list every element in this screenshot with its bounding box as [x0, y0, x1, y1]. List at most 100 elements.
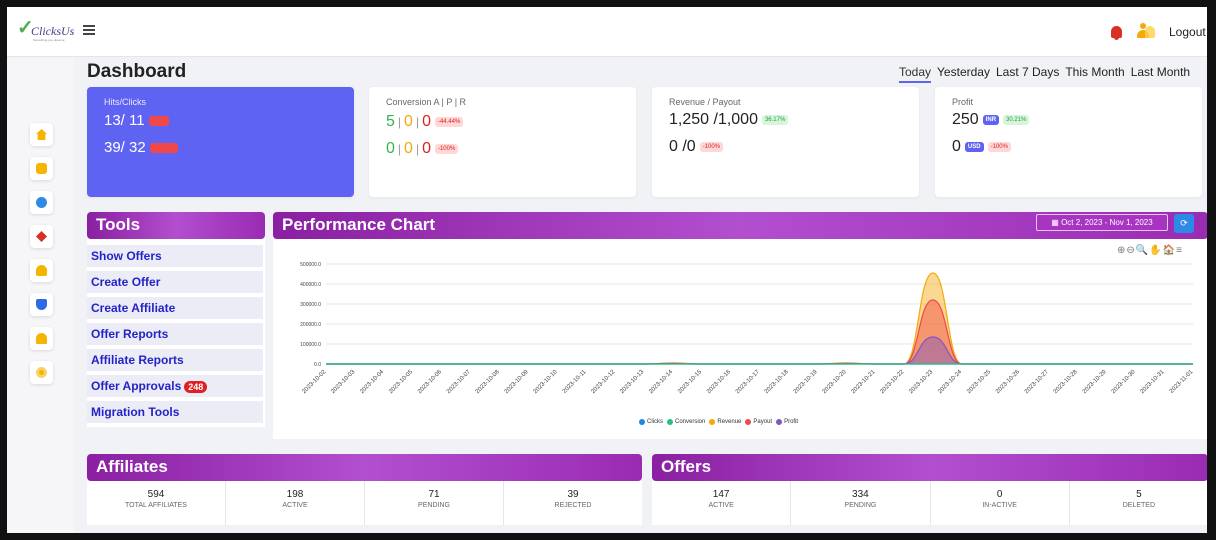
stat-value: 5	[1136, 489, 1142, 500]
series-area-revenue	[326, 273, 1193, 364]
tab-last-7-days[interactable]: Last 7 Days	[996, 65, 1059, 83]
hamburger-menu-icon[interactable]	[83, 25, 95, 35]
x-tick-label: 2023-10-25	[966, 369, 992, 395]
stat-label: PENDING	[418, 502, 450, 509]
legend-item-revenue[interactable]: Revenue	[709, 419, 741, 425]
legend-label: Conversion	[675, 419, 706, 425]
stat-pending-offers[interactable]: 334 PENDING	[791, 481, 931, 525]
profit-change-1: 30.21%	[1003, 115, 1030, 125]
logo-tagline: Something you deserve	[33, 38, 65, 42]
user-icon[interactable]	[30, 259, 53, 282]
logo[interactable]: ✓ ClicksUs Something you deserve	[17, 18, 75, 48]
home-icon[interactable]	[30, 123, 53, 146]
stat-active-affiliates[interactable]: 198 ACTIVE	[226, 481, 365, 525]
revenue-row-2: 0 /0 -100%	[669, 138, 724, 156]
series-line-profit	[325, 336, 1193, 365]
stat-pending-affiliates[interactable]: 71 PENDING	[365, 481, 504, 525]
series-area-profit	[326, 337, 1193, 364]
conversion-row-1: 5 | 0 | 0 -44.44%	[386, 113, 464, 131]
stat-label: PENDING	[844, 502, 877, 509]
legend-label: Payout	[753, 419, 773, 425]
gift-icon[interactable]	[30, 157, 53, 180]
revenue-card: Revenue / Payout 1,250 /1,000 36.17% 0 /…	[652, 87, 919, 197]
stat-label: TOTAL AFFILIATES	[125, 502, 187, 509]
stat-rejected-affiliates[interactable]: 39 REJECTED	[504, 481, 642, 525]
tab-today[interactable]: Today	[899, 65, 932, 83]
tools-list: Show Offers Create Offer Create Affiliat…	[87, 239, 265, 427]
stat-value: 334	[852, 489, 869, 500]
x-tick-label: 2023-10-19	[793, 369, 819, 395]
stat-label: DELETED	[1122, 502, 1156, 509]
x-tick-label: 2023-10-22	[879, 369, 905, 395]
page-title: Dashboard	[87, 61, 187, 82]
tool-create-affiliate[interactable]: Create Affiliate	[87, 297, 263, 319]
stat-value: 39	[567, 489, 579, 500]
legend-label: Clicks	[647, 419, 663, 425]
tool-migration-tools[interactable]: Migration Tools	[87, 401, 263, 423]
legend-item-conversion[interactable]: Conversion	[667, 419, 705, 425]
profit-value-2: 0	[952, 138, 961, 155]
tool-show-offers[interactable]: Show Offers	[87, 245, 263, 267]
x-tick-label: 2023-10-21	[851, 369, 877, 395]
tool-offer-approvals[interactable]: Offer Approvals 248	[87, 375, 263, 397]
legend-item-payout[interactable]: Payout	[745, 419, 772, 425]
chart-legend: Clicks Conversion Revenue Payout Profit	[639, 419, 802, 425]
logout-link[interactable]: Logout	[1169, 25, 1206, 39]
tool-affiliate-reports[interactable]: Affiliate Reports	[87, 349, 263, 371]
stat-value: 594	[147, 489, 165, 500]
tab-this-month[interactable]: This Month	[1065, 65, 1124, 83]
currency-badge-usd: USD	[964, 142, 984, 152]
stat-active-offers[interactable]: 147 ACTIVE	[652, 481, 792, 525]
stat-inactive-offers[interactable]: 0 IN-ACTIVE	[931, 481, 1070, 525]
legend-item-profit[interactable]: Profit	[776, 419, 798, 425]
tools-header: Tools	[87, 212, 265, 239]
users-icon[interactable]	[1136, 23, 1156, 40]
x-tick-label: 2023-10-11	[562, 369, 588, 395]
tool-offer-reports[interactable]: Offer Reports	[87, 323, 263, 345]
offers-title: Offers	[661, 457, 712, 476]
x-tick-label: 2023-10-27	[1024, 369, 1050, 395]
x-tick-label: 2023-11-01	[1169, 369, 1195, 395]
logo-text: ClicksUs	[31, 24, 75, 38]
legend-label: Revenue	[717, 419, 742, 425]
performance-chart: 500000.0 400000.0 300000.0 200000.0 100000.0…	[300, 262, 1195, 395]
stat-value: 147	[712, 489, 730, 500]
revenue-row-1: 1,250 /1,000 36.17%	[669, 111, 789, 129]
hits-card: Hits/Clicks 13/ 11 -60% 39/ 32 -11.23%	[87, 87, 354, 197]
approved-count: 5	[386, 113, 395, 130]
series-area-payout	[326, 300, 1193, 364]
tab-yesterday[interactable]: Yesterday	[937, 65, 990, 83]
gear-icon[interactable]	[30, 361, 53, 384]
x-tick-label: 2023-10-07	[446, 369, 472, 395]
refresh-button[interactable]: ⟳	[1174, 214, 1194, 233]
x-tick-label: 2023-10-18	[764, 369, 790, 395]
legend-item-clicks[interactable]: Clicks	[639, 419, 663, 425]
network-icon[interactable]	[30, 225, 53, 248]
x-tick-label: 2023-10-09	[504, 369, 530, 395]
x-tick-label: 2023-10-15	[677, 369, 703, 395]
hits-change-1: -60%	[148, 115, 169, 126]
globe-icon[interactable]	[30, 191, 53, 214]
x-tick-label: 2023-10-20	[822, 369, 848, 395]
hits-value-1: 13/ 11	[104, 112, 145, 129]
approved-count: 0	[386, 140, 395, 157]
x-tick-label: 2023-10-23	[908, 369, 934, 395]
revenue-value-1: 1,250 /1,000	[669, 111, 758, 128]
legend-marker	[745, 419, 752, 425]
shield-icon[interactable]	[30, 293, 53, 316]
x-tick-label: 2023-10-28	[1053, 369, 1079, 395]
calendar-icon: ▦	[1051, 218, 1062, 227]
y-tick-label: 300000.0	[300, 302, 321, 308]
stat-deleted-offers[interactable]: 5 DELETED	[1070, 481, 1207, 525]
bell-icon[interactable]	[30, 327, 53, 350]
stat-label: IN-ACTIVE	[982, 502, 1017, 509]
tab-last-month[interactable]: Last Month	[1131, 65, 1190, 83]
hits-row-1: 13/ 11 -60%	[104, 112, 169, 129]
revenue-value-2: 0 /0	[669, 138, 696, 155]
notification-bell-icon[interactable]	[1111, 26, 1122, 40]
stat-total-affiliates[interactable]: 594 TOTAL AFFILIATES	[87, 481, 226, 525]
y-tick-label: 200000.0	[300, 322, 321, 328]
date-range-picker[interactable]: ▦ Oct 2, 2023 - Nov 1, 2023	[1036, 214, 1168, 231]
tool-create-offer[interactable]: Create Offer	[87, 271, 263, 293]
tools-title: Tools	[96, 215, 141, 234]
